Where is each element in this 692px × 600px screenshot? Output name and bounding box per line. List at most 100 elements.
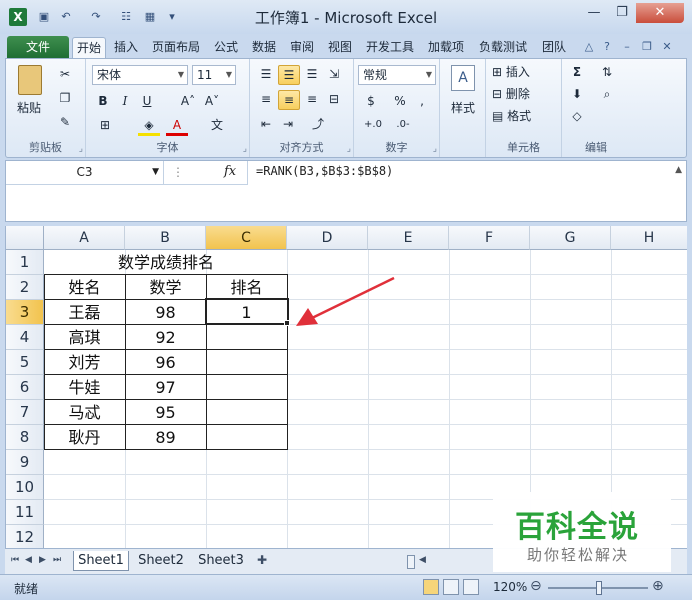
row-header-6[interactable]: 6 bbox=[6, 375, 44, 400]
font-launcher-icon[interactable]: ⌟ bbox=[243, 144, 247, 154]
row-header-11[interactable]: 11 bbox=[6, 500, 44, 525]
last-sheet-icon[interactable]: ⏭ bbox=[53, 555, 61, 565]
tab-insert[interactable]: 插入 bbox=[110, 37, 142, 58]
scroll-left-icon[interactable]: ◀ bbox=[419, 555, 426, 565]
cell-a4[interactable]: 高琪 bbox=[44, 325, 125, 350]
find-select-icon[interactable]: ⌕ bbox=[596, 85, 618, 105]
tab-load-test[interactable]: 负载测试 bbox=[474, 37, 532, 58]
tab-review[interactable]: 审阅 bbox=[286, 37, 318, 58]
increase-indent-icon[interactable]: ⇥ bbox=[278, 115, 298, 135]
format-painter-icon[interactable]: ✎ bbox=[54, 113, 76, 133]
phonetic-icon[interactable]: 文 bbox=[206, 116, 228, 136]
tab-home[interactable]: 开始 bbox=[72, 37, 106, 58]
autosum-button[interactable]: Σ bbox=[568, 63, 586, 83]
wrap-text-icon[interactable]: ⇲ bbox=[324, 65, 344, 85]
format-cells-button[interactable]: ▤ 格式 bbox=[492, 107, 556, 127]
align-bottom-icon[interactable]: ☰ bbox=[302, 65, 322, 85]
cell-a5[interactable]: 刘芳 bbox=[44, 350, 125, 375]
doc-close-icon[interactable]: ✕ bbox=[660, 40, 674, 54]
zoom-in-icon[interactable]: ⊕ bbox=[652, 578, 664, 594]
tab-view[interactable]: 视图 bbox=[324, 37, 356, 58]
doc-minimize-icon[interactable]: – bbox=[620, 40, 634, 54]
alignment-launcher-icon[interactable]: ⌟ bbox=[347, 144, 351, 154]
prev-sheet-icon[interactable]: ◀ bbox=[25, 555, 32, 565]
tab-team[interactable]: 团队 bbox=[538, 37, 570, 58]
new-sheet-icon[interactable]: ✚ bbox=[257, 553, 267, 567]
cut-icon[interactable]: ✂ bbox=[54, 65, 76, 85]
cell-b6[interactable]: 97 bbox=[125, 375, 206, 400]
name-box[interactable]: C3 ▼ bbox=[6, 161, 164, 185]
bold-button[interactable]: B bbox=[94, 92, 112, 112]
cell-b5[interactable]: 96 bbox=[125, 350, 206, 375]
column-header-d[interactable]: D bbox=[287, 226, 368, 250]
currency-icon[interactable]: $ bbox=[360, 92, 382, 112]
zoom-level[interactable]: 120% bbox=[493, 580, 527, 594]
restore-button[interactable]: ❐ bbox=[608, 3, 636, 23]
help-icon[interactable]: ? bbox=[600, 40, 614, 54]
doc-restore-icon[interactable]: ❐ bbox=[640, 40, 654, 54]
tab-add-ins[interactable]: 加载项 bbox=[424, 37, 468, 58]
expand-formula-bar-icon[interactable]: ▲ bbox=[675, 165, 682, 175]
clear-icon[interactable]: ◇ bbox=[568, 107, 586, 127]
row-header-9[interactable]: 9 bbox=[6, 450, 44, 475]
delete-cells-button[interactable]: ⊟ 删除 bbox=[492, 85, 556, 105]
normal-view-button[interactable] bbox=[423, 579, 439, 595]
cell-a7[interactable]: 马忒 bbox=[44, 400, 125, 425]
row-header-5[interactable]: 5 bbox=[6, 350, 44, 375]
first-sheet-icon[interactable]: ⏮ bbox=[11, 555, 19, 565]
zoom-slider-thumb[interactable] bbox=[596, 581, 602, 595]
insert-function-button[interactable]: fx bbox=[224, 164, 236, 179]
paste-button[interactable]: 粘贴 bbox=[12, 99, 46, 119]
row-header-10[interactable]: 10 bbox=[6, 475, 44, 500]
formula-input[interactable]: =RANK(B3,$B$3:$B$8) bbox=[256, 164, 393, 178]
cell-c2[interactable]: 排名 bbox=[206, 275, 287, 300]
clipboard-launcher-icon[interactable]: ⌟ bbox=[79, 144, 83, 154]
cell-b8[interactable]: 89 bbox=[125, 425, 206, 450]
align-left-icon[interactable]: ≡ bbox=[256, 90, 276, 110]
row-header-4[interactable]: 4 bbox=[6, 325, 44, 350]
cell-b3[interactable]: 98 bbox=[125, 300, 206, 325]
italic-button[interactable]: I bbox=[116, 92, 134, 112]
sheet-tab-sheet1[interactable]: Sheet1 bbox=[73, 551, 129, 571]
close-button[interactable]: ✕ bbox=[636, 3, 684, 23]
tab-split-handle[interactable] bbox=[407, 555, 415, 569]
insert-cells-button[interactable]: ⊞ 插入 bbox=[492, 63, 556, 83]
font-size-combo[interactable]: 11 ▼ bbox=[192, 65, 236, 85]
cell-c4[interactable] bbox=[206, 325, 287, 350]
tab-developer[interactable]: 开发工具 bbox=[362, 37, 418, 58]
align-right-icon[interactable]: ≡ bbox=[302, 90, 322, 110]
copy-icon[interactable]: ❐ bbox=[54, 89, 76, 109]
borders-icon[interactable]: ⊞ bbox=[94, 116, 116, 136]
cell-b7[interactable]: 95 bbox=[125, 400, 206, 425]
tab-page-layout[interactable]: 页面布局 bbox=[148, 37, 204, 58]
row-header-3[interactable]: 3 bbox=[6, 300, 44, 325]
align-top-icon[interactable]: ☰ bbox=[256, 65, 276, 85]
cell-c8[interactable] bbox=[206, 425, 287, 450]
decrease-decimal-icon[interactable]: .0- bbox=[390, 116, 416, 136]
page-break-view-button[interactable] bbox=[463, 579, 479, 595]
styles-button[interactable]: 样式 bbox=[444, 99, 482, 119]
decrease-indent-icon[interactable]: ⇤ bbox=[256, 115, 276, 135]
row-header-1[interactable]: 1 bbox=[6, 250, 44, 275]
align-middle-icon[interactable]: ☰ bbox=[278, 65, 300, 85]
tab-data[interactable]: 数据 bbox=[248, 37, 280, 58]
minimize-button[interactable]: — bbox=[580, 3, 608, 23]
shrink-font-icon[interactable]: A˅ bbox=[202, 92, 222, 112]
merge-center-icon[interactable]: ⊟ bbox=[324, 90, 344, 110]
orientation-icon[interactable]: ⤴ bbox=[306, 115, 330, 135]
row-header-8[interactable]: 8 bbox=[6, 425, 44, 450]
cell-b2[interactable]: 数学 bbox=[125, 275, 206, 300]
row-header-2[interactable]: 2 bbox=[6, 275, 44, 300]
fill-icon[interactable]: ⬇ bbox=[568, 85, 586, 105]
column-header-b[interactable]: B bbox=[125, 226, 206, 250]
tab-formulas[interactable]: 公式 bbox=[210, 37, 242, 58]
cell-c5[interactable] bbox=[206, 350, 287, 375]
cell-b4[interactable]: 92 bbox=[125, 325, 206, 350]
page-layout-view-button[interactable] bbox=[443, 579, 459, 595]
column-header-e[interactable]: E bbox=[368, 226, 449, 250]
cell-a8[interactable]: 耿丹 bbox=[44, 425, 125, 450]
number-launcher-icon[interactable]: ⌟ bbox=[433, 144, 437, 154]
sort-filter-icon[interactable]: ⇅ bbox=[596, 63, 618, 83]
align-center-icon[interactable]: ≡ bbox=[278, 90, 300, 110]
cell-a1-title[interactable]: 数学成绩排名 bbox=[44, 250, 288, 275]
